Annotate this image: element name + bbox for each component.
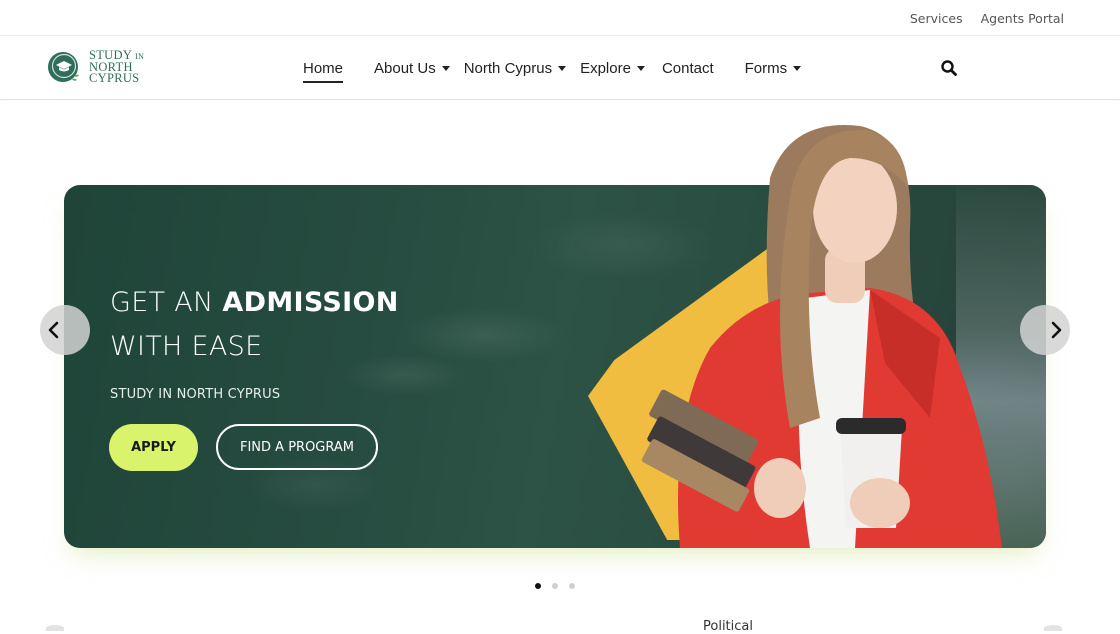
- logo-line-3: CYPRUS: [89, 71, 140, 85]
- next-section-right-arrow[interactable]: [1044, 625, 1062, 631]
- nav-home[interactable]: Home: [303, 58, 344, 83]
- chevron-right-icon: [1051, 321, 1062, 339]
- nav-north-cyprus[interactable]: North Cyprus: [463, 58, 567, 78]
- main-nav: Home About Us North Cyprus Explore Conta…: [303, 58, 802, 83]
- nav-explore[interactable]: Explore: [580, 58, 645, 78]
- nav-contact-label: Contact: [661, 59, 714, 77]
- nav-explore-label: Explore: [580, 59, 631, 77]
- hero-title-line-2: WITH EASE: [110, 331, 263, 362]
- carousel-dot-1[interactable]: [535, 583, 541, 589]
- nav-forms-label: Forms: [744, 59, 788, 77]
- hero-title-prefix: GET AN: [110, 287, 223, 318]
- nav-about-us[interactable]: About Us: [374, 58, 450, 78]
- nav-contact[interactable]: Contact: [662, 58, 714, 78]
- find-program-button[interactable]: FIND A PROGRAM: [216, 424, 378, 470]
- nav-north-cyprus-label: North Cyprus: [463, 59, 553, 77]
- caret-down-icon: [558, 66, 567, 71]
- utility-links: Services Agents Portal: [910, 11, 1064, 26]
- search-button[interactable]: [940, 59, 958, 77]
- caret-down-icon: [636, 66, 645, 71]
- nav-forms[interactable]: Forms: [745, 58, 802, 78]
- hero-title: GET AN ADMISSION WITH EASE: [110, 281, 399, 369]
- hero-title-bold: ADMISSION: [222, 287, 399, 318]
- chevron-left-icon: [48, 321, 59, 339]
- caret-down-icon: [793, 66, 802, 71]
- site-logo[interactable]: STUDY IN NORTH CYPRUS: [47, 49, 145, 85]
- next-section-label: Political: [703, 619, 753, 634]
- next-section-left-arrow[interactable]: [46, 625, 64, 631]
- carousel-dot-2[interactable]: [552, 583, 558, 589]
- logo-graduation-cap-icon: [47, 50, 81, 84]
- caret-down-icon: [441, 66, 450, 71]
- apply-button[interactable]: APPLY: [109, 424, 198, 471]
- nav-about-us-label: About Us: [374, 59, 436, 77]
- logo-line-1-small: IN: [135, 52, 145, 61]
- hero-subtitle: STUDY IN NORTH CYPRUS: [110, 387, 281, 402]
- main-header: STUDY IN NORTH CYPRUS Home About Us Nort…: [0, 36, 1120, 100]
- logo-text: STUDY IN NORTH CYPRUS: [89, 49, 145, 85]
- carousel-indicators: [535, 583, 575, 589]
- search-icon: [941, 60, 957, 76]
- carousel-prev-button[interactable]: [40, 305, 90, 355]
- top-utility-bar: Services Agents Portal: [0, 0, 1120, 36]
- carousel-next-button[interactable]: [1020, 305, 1070, 355]
- carousel-dot-3[interactable]: [569, 583, 575, 589]
- student-image: [640, 118, 1010, 548]
- services-link[interactable]: Services: [910, 11, 963, 26]
- agents-portal-link[interactable]: Agents Portal: [981, 11, 1064, 26]
- nav-home-label: Home: [303, 59, 344, 77]
